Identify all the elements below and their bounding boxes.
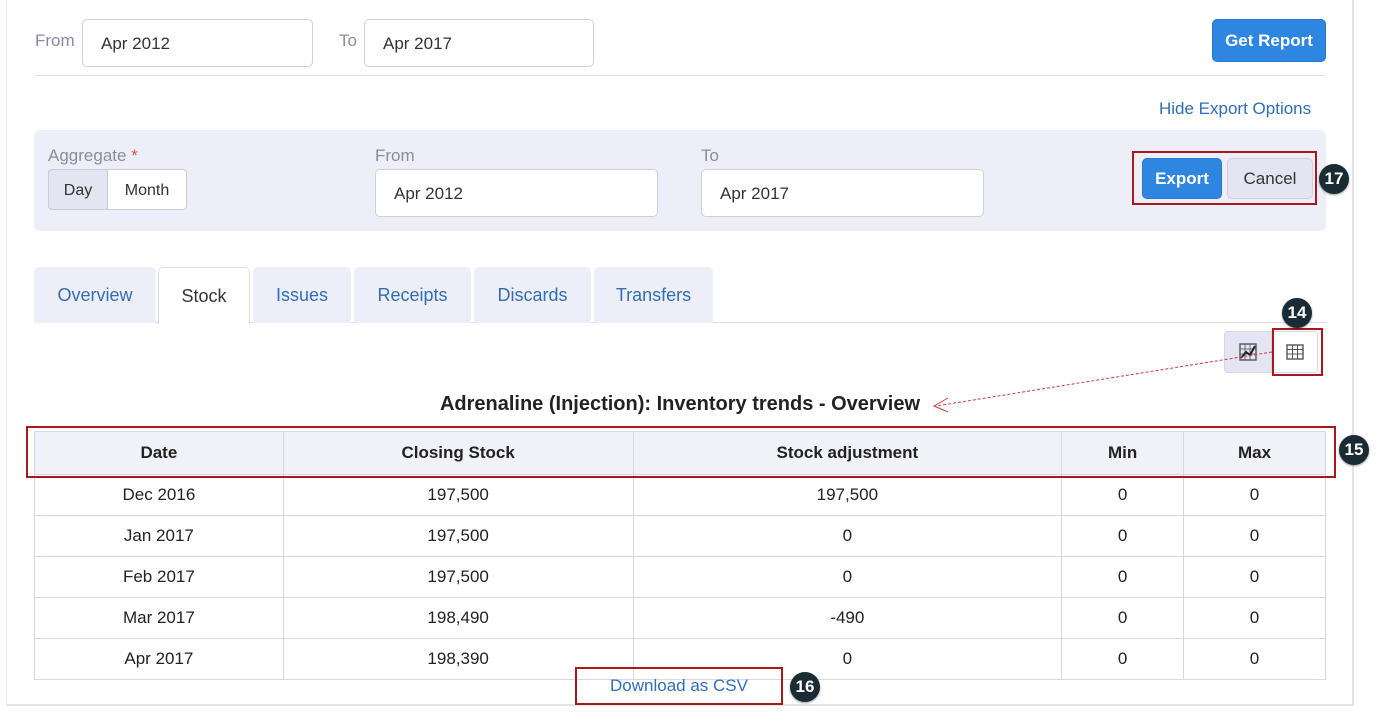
cell-stock-adjustment: 0 xyxy=(632,556,1063,598)
cell-closing-stock: 197,500 xyxy=(282,556,634,598)
cell-stock-adjustment: 197,500 xyxy=(632,474,1063,516)
cell-min: 0 xyxy=(1061,638,1185,680)
cell-closing-stock: 198,490 xyxy=(282,597,634,639)
cell-date: Jan 2017 xyxy=(34,515,284,557)
cell-date: Apr 2017 xyxy=(34,638,284,680)
cell-stock-adjustment: 0 xyxy=(632,515,1063,557)
cell-stock-adjustment: -490 xyxy=(632,597,1063,639)
cell-min: 0 xyxy=(1061,515,1185,557)
cell-min: 0 xyxy=(1061,597,1185,639)
table-row: Mar 2017 198,490 -490 0 0 xyxy=(34,597,1326,639)
annotation-box-15 xyxy=(26,426,1336,478)
download-csv-link[interactable]: Download as CSV xyxy=(575,667,783,705)
annotation-badge-16: 16 xyxy=(790,672,820,702)
cell-max: 0 xyxy=(1183,474,1326,516)
table-row: Feb 2017 197,500 0 0 0 xyxy=(34,556,1326,598)
cell-min: 0 xyxy=(1061,556,1185,598)
cell-max: 0 xyxy=(1183,556,1326,598)
annotation-badge-15: 15 xyxy=(1339,435,1369,465)
cell-date: Mar 2017 xyxy=(34,597,284,639)
cell-min: 0 xyxy=(1061,474,1185,516)
table-row: Jan 2017 197,500 0 0 0 xyxy=(34,515,1326,557)
cell-date: Feb 2017 xyxy=(34,556,284,598)
cell-closing-stock: 197,500 xyxy=(282,474,634,516)
table-row: Dec 2016 197,500 197,500 0 0 xyxy=(34,474,1326,516)
cell-max: 0 xyxy=(1183,515,1326,557)
report-title: Adrenaline (Injection): Inventory trends… xyxy=(439,393,921,415)
cell-max: 0 xyxy=(1183,638,1326,680)
cell-date: Dec 2016 xyxy=(34,474,284,516)
cell-max: 0 xyxy=(1183,597,1326,639)
cell-closing-stock: 197,500 xyxy=(282,515,634,557)
